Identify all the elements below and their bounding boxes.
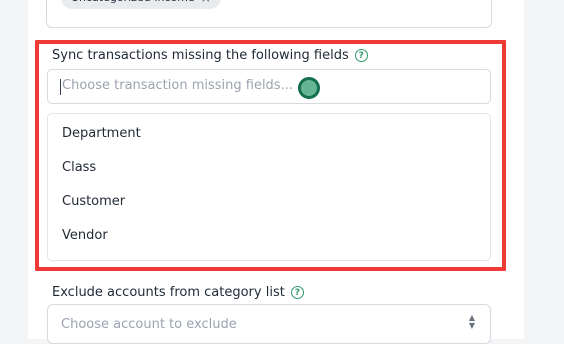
- remove-chip-icon[interactable]: ×: [201, 0, 211, 9]
- chevron-up-down-icon: ▲ ▼: [468, 313, 476, 330]
- selected-categories-field[interactable]: Uncategorized Income ×: [46, 0, 492, 28]
- exclude-accounts-label: Exclude accounts from category list ?: [52, 285, 304, 300]
- uncategorized-income-chip: Uncategorized Income ×: [61, 0, 221, 9]
- exclude-account-select[interactable]: Choose account to exclude ▲ ▼: [47, 304, 491, 344]
- exclude-account-placeholder: Choose account to exclude: [61, 317, 237, 332]
- help-icon[interactable]: ?: [290, 286, 304, 299]
- chip-label: Uncategorized Income: [71, 0, 195, 9]
- highlight-box: [35, 40, 506, 271]
- exclude-accounts-label-text: Exclude accounts from category list: [52, 285, 285, 300]
